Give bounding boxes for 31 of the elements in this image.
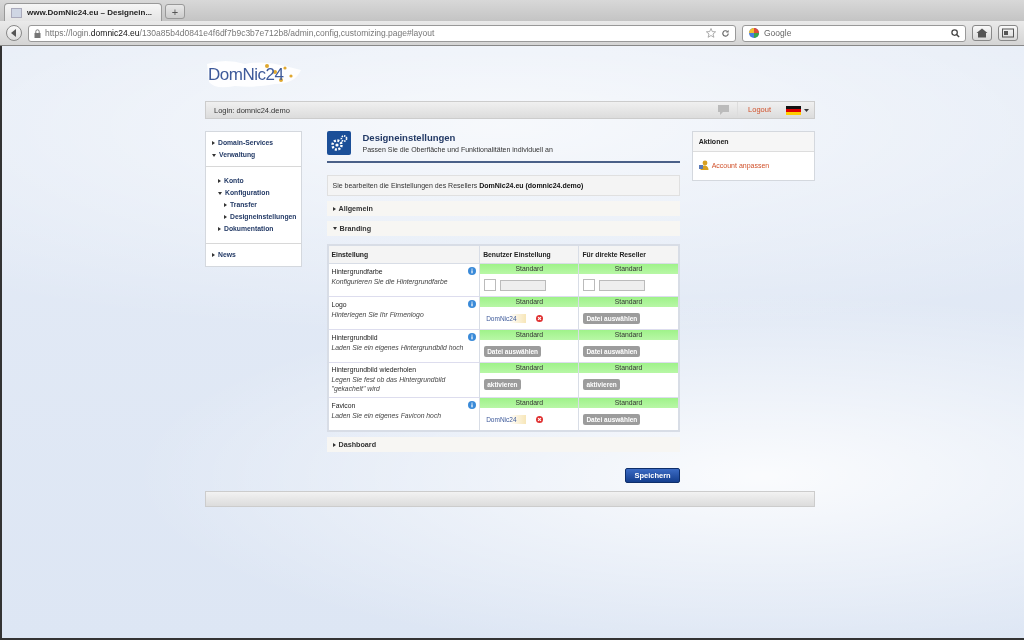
color-field[interactable] (599, 279, 646, 291)
address-bar[interactable]: https://login.domnic24.eu/130a85b4d0841e4f6df7b9c3b7e712b8/admin,config,customizing.page#layout (28, 24, 736, 42)
back-arrow-icon (9, 28, 19, 38)
gears-icon (326, 131, 351, 155)
remove-icon[interactable] (536, 415, 544, 423)
color-checkbox[interactable] (583, 279, 596, 291)
user-icon (698, 160, 709, 170)
info-icon[interactable] (468, 333, 477, 341)
remove-icon[interactable] (536, 314, 544, 322)
star-icon[interactable] (706, 28, 716, 38)
bookmarks-icon (1002, 28, 1014, 38)
bookmarks-button[interactable] (998, 25, 1018, 41)
search-icon[interactable] (951, 28, 960, 38)
browser-tab[interactable]: www.DomNic24.eu – Designein... (4, 3, 162, 21)
color-field[interactable] (500, 279, 547, 291)
info-icon[interactable] (468, 300, 477, 308)
search-bar[interactable]: Google (742, 24, 966, 42)
german-flag-icon (786, 105, 801, 115)
new-tab-button[interactable]: + (165, 4, 185, 19)
info-icon[interactable] (468, 401, 477, 409)
page-icon (11, 7, 22, 18)
back-button[interactable] (6, 25, 22, 41)
reload-icon[interactable] (721, 28, 730, 38)
home-button[interactable] (972, 25, 992, 41)
page-title: Designeinstellungen (362, 132, 457, 143)
caret-icon (804, 108, 809, 112)
color-checkbox[interactable] (484, 279, 497, 291)
home-icon (976, 28, 988, 38)
info-icon[interactable] (468, 267, 477, 275)
search-engine-icon (748, 27, 760, 39)
lock-icon (34, 28, 41, 38)
